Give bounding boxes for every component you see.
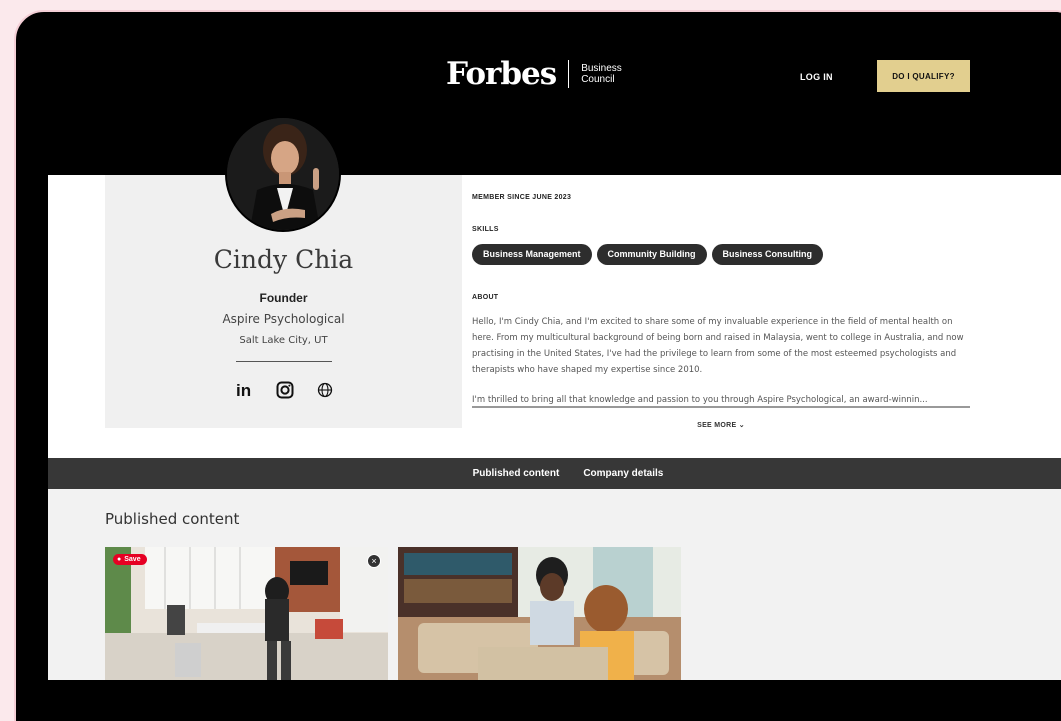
linkedin-icon[interactable]: in bbox=[235, 380, 255, 400]
profile-location: Salt Lake City, UT bbox=[239, 335, 328, 346]
skills-list: Business Management Community Building B… bbox=[472, 244, 824, 265]
see-more-button[interactable]: SEE MORE ⌄ bbox=[472, 421, 970, 429]
member-since: MEMBER SINCE JUNE 2023 bbox=[472, 194, 572, 201]
profile-tabs: Published content Company details bbox=[48, 458, 1061, 489]
chevron-down-icon: ⌄ bbox=[738, 422, 745, 429]
article-card-1[interactable]: ● Save × bbox=[105, 547, 388, 680]
close-icon[interactable]: × bbox=[367, 554, 381, 568]
logo-subtitle: Business Council bbox=[581, 63, 622, 85]
profile-role: Founder bbox=[259, 291, 308, 305]
logo-subtitle-line2: Council bbox=[581, 74, 615, 85]
profile-avatar bbox=[225, 116, 341, 232]
pinterest-save-button[interactable]: ● Save bbox=[113, 554, 147, 565]
profile-company: Aspire Psychological bbox=[222, 312, 345, 326]
see-more-label: SEE MORE bbox=[697, 422, 737, 429]
about-label: ABOUT bbox=[472, 294, 499, 301]
social-links: in bbox=[235, 380, 335, 400]
skill-chip-business-consulting[interactable]: Business Consulting bbox=[711, 244, 824, 265]
profile-divider bbox=[236, 361, 332, 362]
skills-label: SKILLS bbox=[472, 226, 499, 233]
article-image-therapy bbox=[398, 547, 681, 680]
published-content-section: Published content ● Save × bbox=[48, 489, 1061, 680]
tab-published-content[interactable]: Published content bbox=[473, 468, 560, 479]
do-i-qualify-button[interactable]: DO I QUALIFY? bbox=[877, 60, 970, 92]
skill-chip-business-management[interactable]: Business Management bbox=[472, 244, 592, 265]
browser-screen: Forbes Business Council LOG IN DO I QUAL… bbox=[48, 12, 1061, 680]
globe-icon[interactable] bbox=[315, 380, 335, 400]
tab-company-details[interactable]: Company details bbox=[583, 468, 663, 479]
published-content-heading: Published content bbox=[105, 510, 240, 528]
about-paragraph-1: Hello, I'm Cindy Chia, and I'm excited t… bbox=[472, 317, 964, 375]
profile-name: Cindy Chia bbox=[213, 245, 354, 274]
instagram-icon[interactable] bbox=[275, 380, 295, 400]
skill-chip-community-building[interactable]: Community Building bbox=[596, 244, 707, 265]
svg-text:in: in bbox=[236, 381, 251, 399]
article-card-2[interactable] bbox=[398, 547, 681, 680]
save-label: Save bbox=[124, 556, 141, 563]
about-text: Hello, I'm Cindy Chia, and I'm excited t… bbox=[472, 314, 970, 408]
forbes-business-council-logo[interactable]: Forbes Business Council bbox=[446, 56, 622, 92]
login-link[interactable]: LOG IN bbox=[800, 72, 833, 82]
pinterest-icon: ● bbox=[117, 556, 122, 563]
logo-subtitle-line1: Business bbox=[581, 63, 622, 74]
profile-section: Cindy Chia Founder Aspire Psychological … bbox=[48, 175, 1061, 458]
forbes-wordmark: Forbes bbox=[446, 56, 557, 92]
site-header: Forbes Business Council LOG IN DO I QUAL… bbox=[48, 12, 1061, 184]
logo-divider bbox=[568, 60, 570, 88]
device-frame: Forbes Business Council LOG IN DO I QUAL… bbox=[14, 10, 1061, 721]
article-image-office bbox=[105, 547, 388, 680]
about-divider bbox=[472, 406, 970, 408]
